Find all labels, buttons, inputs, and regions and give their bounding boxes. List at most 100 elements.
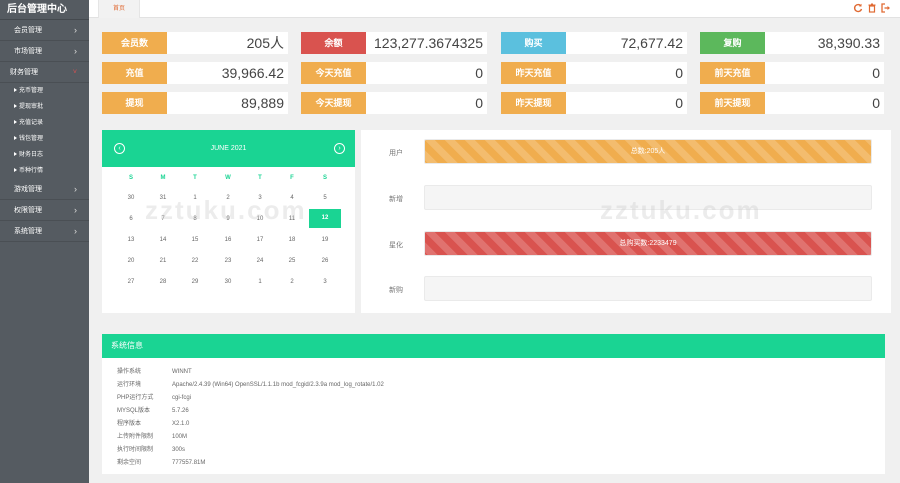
triangle-right-icon [14, 168, 17, 173]
calendar-day[interactable]: 26 [311, 256, 339, 266]
calendar-weekday: T [258, 175, 262, 181]
calendar-day-selected[interactable]: 12 [309, 209, 341, 228]
stat-label: 会员数 [102, 32, 167, 54]
system-info-key: 运行环境 [117, 382, 142, 388]
stat-label: 昨天提现 [501, 92, 566, 114]
calendar-day[interactable]: 30 [214, 277, 242, 287]
system-info-key: 执行时间限制 [117, 447, 154, 453]
calendar-day[interactable]: 27 [117, 277, 145, 287]
system-info-value: X2.1.0 [172, 421, 190, 427]
calendar-day[interactable]: 25 [278, 256, 306, 266]
sidebar-sub-item[interactable]: 充值记录 [0, 115, 89, 131]
sidebar-sub-item[interactable]: 充币管理 [0, 83, 89, 99]
calendar-day[interactable]: 24 [246, 256, 274, 266]
logout-icon[interactable] [881, 3, 891, 13]
calendar-day[interactable]: 16 [214, 235, 242, 245]
sidebar-group[interactable]: 财务管理 ˅ [0, 62, 89, 83]
system-info-key: 剩余空间 [117, 460, 142, 466]
calendar-day[interactable]: 19 [311, 235, 339, 245]
calendar-day[interactable]: 23 [214, 256, 242, 266]
watermark: zztuku.com [145, 195, 307, 225]
calendar-day[interactable]: 28 [149, 277, 177, 287]
stat-value: 0 [475, 65, 483, 81]
stat-value: 39,966.42 [221, 65, 284, 81]
sidebar-sub-item[interactable]: 币种行情 [0, 163, 89, 179]
stat-card: 提现 89,889 [102, 92, 288, 114]
system-info-body: 操作系统 WINNT 运行环境 Apache/2.4.39 (Win64) OpenS… [102, 358, 885, 470]
stat-value: 0 [675, 95, 683, 111]
stat-card: 余额 123,277.3674325 [301, 32, 487, 54]
stat-value: 205人 [246, 35, 284, 51]
calendar-day[interactable]: 29 [181, 277, 209, 287]
top-icons [853, 3, 891, 13]
sidebar-group[interactable]: 系统管理 › [0, 221, 89, 242]
calendar-grid: S M T W T F S 30 31 1 2 3 4 5 6 7 8 9 10 11 12 13 14 15 16 17 18 19… [102, 167, 355, 313]
chevron-right-icon: › [74, 184, 77, 194]
sidebar-group[interactable]: 权限管理 › [0, 200, 89, 221]
stat-label: 提现 [102, 92, 167, 114]
sidebar-group-label: 系统管理 [14, 228, 42, 235]
sidebar-sub-item[interactable]: 提现审批 [0, 99, 89, 115]
system-info-key: MYSQL版本 [117, 408, 151, 414]
sidebar-group[interactable]: 游戏管理 › [0, 179, 89, 200]
stat-value: 72,677.42 [620, 35, 683, 51]
calendar-weekday: W [225, 175, 231, 181]
calendar-weekday: S [322, 175, 327, 181]
sidebar-group-label: 财务管理 [10, 69, 38, 76]
system-info-row: 剩余空间 777557.81M [102, 457, 885, 470]
calendar-day[interactable]: 22 [181, 256, 209, 266]
tab-home[interactable]: 首页 [98, 0, 141, 18]
stat-card: 前天提现 0 [700, 92, 884, 114]
calendar-day[interactable]: 1 [246, 277, 274, 287]
sidebar-group-label: 会员管理 [14, 27, 42, 34]
sidebar-group[interactable]: 市场管理 › [0, 41, 89, 62]
stat-card: 充值 39,966.42 [102, 62, 288, 84]
calendar-day[interactable]: 13 [117, 235, 145, 245]
stat-card: 昨天充值 0 [501, 62, 687, 84]
calendar-day[interactable]: 6 [117, 214, 145, 224]
calendar-next-button[interactable]: › [334, 143, 345, 154]
chevron-down-icon: ˅ [72, 69, 77, 76]
calendar-day[interactable]: 3 [311, 277, 339, 287]
calendar-day[interactable]: 21 [149, 256, 177, 266]
system-info-value: cgi-fcgi [172, 395, 192, 401]
refresh-icon[interactable] [853, 3, 863, 13]
chevron-right-icon: › [74, 46, 77, 56]
calendar-day[interactable]: 5 [311, 193, 339, 203]
progress-fill: 总购买数:2233479 [425, 232, 871, 255]
calendar-day[interactable]: 2 [278, 277, 306, 287]
stat-label: 购买 [501, 32, 566, 54]
sidebar-sub-item-label: 币种行情 [19, 168, 44, 174]
calendar-day[interactable]: 15 [181, 235, 209, 245]
watermark: zztuku.com [600, 195, 762, 225]
system-info-row: 运行环境 Apache/2.4.39 (Win64) OpenSSL/1.1.1b… [102, 379, 885, 392]
calendar-day[interactable]: 17 [246, 235, 274, 245]
progress-label: 星化 [389, 242, 403, 249]
system-info-value: 777557.81M [172, 460, 206, 466]
stat-value: 0 [872, 65, 880, 81]
progress-bar: 总数:205人 [424, 139, 872, 164]
stat-card: 会员数 205人 [102, 32, 288, 54]
triangle-right-icon [14, 120, 17, 125]
sidebar-group[interactable]: 会员管理 › [0, 20, 89, 41]
chevron-right-icon: › [74, 25, 77, 35]
stat-label: 前天充值 [700, 62, 765, 84]
stat-label: 今天充值 [301, 62, 366, 84]
sidebar-sub-item[interactable]: 钱包管理 [0, 131, 89, 147]
stat-card: 前天充值 0 [700, 62, 884, 84]
system-info-row: MYSQL版本 5.7.26 [102, 405, 885, 418]
stat-label: 今天提现 [301, 92, 366, 114]
calendar-day[interactable]: 20 [117, 256, 145, 266]
calendar-day[interactable]: 18 [278, 235, 306, 245]
sidebar-group-label: 市场管理 [14, 48, 42, 55]
system-info-key: 程序版本 [117, 421, 142, 427]
calendar-weekday: S [128, 175, 133, 181]
calendar-day[interactable]: 14 [149, 235, 177, 245]
trash-icon[interactable] [867, 3, 877, 13]
stat-value: 0 [675, 65, 683, 81]
sidebar-sub-item[interactable]: 财务日志 [0, 147, 89, 163]
triangle-right-icon [14, 104, 17, 109]
system-info-value: WINNT [172, 369, 192, 375]
sidebar-sub-item-label: 财务日志 [19, 152, 44, 158]
calendar-day[interactable]: 30 [117, 193, 145, 203]
